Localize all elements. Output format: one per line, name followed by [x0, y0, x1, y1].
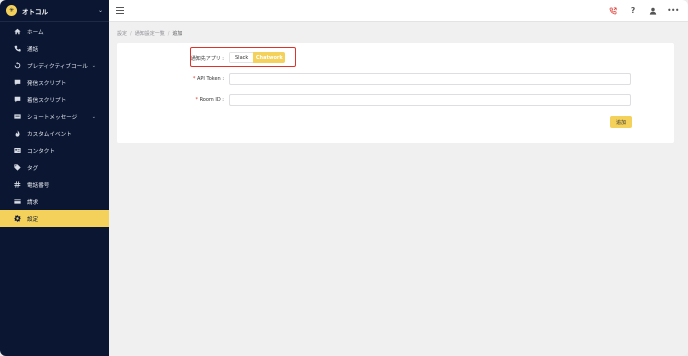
message-icon [13, 96, 21, 104]
required-mark: * [192, 76, 196, 82]
sidebar-item-label: ホーム [27, 29, 44, 36]
api-token-label: * API Token : [164, 76, 224, 82]
sidebar-item-billing[interactable]: 請求 [0, 193, 109, 210]
sidebar-item-tags[interactable]: タグ [0, 159, 109, 176]
sidebar-nav: ホーム 通話 プレディクティブコール ⌄ 発信スクリプト 着信スクリプト ショー… [0, 22, 109, 227]
sidebar-item-custom-event[interactable]: カスタムイベント [0, 125, 109, 142]
breadcrumb-separator: / [130, 30, 132, 37]
sidebar-item-label: タグ [27, 165, 39, 172]
brand-name: オトコル [22, 7, 48, 16]
tag-icon [13, 164, 21, 172]
app-window: ✳ オトコル ⌄ ホーム 通話 プレディクティブコール ⌄ 発信スクリプト 着信… [0, 0, 688, 356]
phone-icon [13, 45, 21, 53]
home-icon [13, 28, 21, 36]
app-option-slack[interactable]: Slack [229, 52, 254, 63]
sidebar-item-label: 請求 [27, 199, 39, 206]
workspace-switcher[interactable]: ✳ オトコル ⌄ [0, 0, 109, 22]
room-id-input[interactable] [229, 94, 631, 106]
sidebar-item-predictive-call[interactable]: プレディクティブコール ⌄ [0, 57, 109, 74]
sidebar-item-short-message[interactable]: ショートメッセージ ⌄ [0, 108, 109, 125]
sidebar-item-outbound-script[interactable]: 発信スクリプト [0, 74, 109, 91]
contact-card-icon [13, 147, 21, 155]
breadcrumb: 設定 / 通知設定一覧 / 追加 [117, 29, 182, 38]
sidebar-item-home[interactable]: ホーム [0, 23, 109, 40]
menu-toggle-icon[interactable] [116, 7, 124, 14]
sidebar-item-label: 発信スクリプト [27, 80, 67, 87]
sidebar-item-label: コンタクト [27, 148, 55, 155]
brand-logo: ✳ [6, 5, 17, 16]
sidebar-item-label: 設定 [27, 216, 39, 223]
app-selector: Slack Chatwork [229, 52, 286, 63]
chevron-down-icon: ⌄ [91, 62, 96, 69]
fire-icon [13, 130, 21, 138]
breadcrumb-current: 追加 [172, 31, 183, 37]
sidebar-item-label: ショートメッセージ [27, 114, 78, 121]
required-mark: * [195, 97, 198, 103]
credit-card-icon [13, 198, 21, 206]
sidebar-item-phone-numbers[interactable]: 電話番号 [0, 176, 109, 193]
more-options-icon[interactable]: ••• [667, 6, 679, 15]
sidebar-item-label: 電話番号 [27, 182, 50, 189]
room-id-label: * Room ID : [164, 97, 224, 103]
breadcrumb-item[interactable]: 通知設定一覧 [135, 30, 165, 37]
breadcrumb-item[interactable]: 設定 [117, 30, 127, 37]
phone-sync-icon [13, 62, 21, 70]
add-button[interactable]: 追加 [610, 116, 632, 128]
sidebar-item-settings[interactable]: 設定 [0, 210, 109, 227]
sidebar-item-label: 着信スクリプト [27, 97, 67, 104]
api-token-input[interactable] [229, 73, 631, 85]
breadcrumb-separator: / [167, 30, 170, 37]
sidebar-item-label: 通話 [27, 46, 39, 53]
sidebar-item-calls[interactable]: 通話 [0, 40, 109, 57]
api-token-label-text: API Token : [197, 76, 224, 82]
message-icon [13, 79, 21, 87]
sidebar-item-label: プレディクティブコール [27, 63, 88, 70]
chevron-down-icon: ⌄ [97, 7, 103, 14]
top-bar-actions: ? ••• [609, 6, 681, 15]
gear-icon [13, 215, 21, 223]
hash-icon [13, 181, 21, 189]
sidebar: ✳ オトコル ⌄ ホーム 通話 プレディクティブコール ⌄ 発信スクリプト 着信… [0, 0, 109, 356]
sidebar-item-inbound-script[interactable]: 着信スクリプト [0, 91, 109, 108]
help-icon[interactable]: ? [629, 6, 637, 15]
app-option-chatwork[interactable]: Chatwork [253, 52, 286, 63]
top-bar: ? ••• [109, 0, 688, 22]
sms-icon [13, 113, 21, 121]
app-selector-label: 通知先アプリ : [190, 56, 224, 62]
sidebar-item-contacts[interactable]: コンタクト [0, 142, 109, 159]
phone-status-icon[interactable] [609, 6, 617, 15]
room-id-label-text: Room ID : [199, 97, 224, 103]
chevron-down-icon: ⌄ [91, 113, 96, 120]
user-icon[interactable] [649, 7, 657, 15]
sidebar-item-label: カスタムイベント [27, 131, 72, 138]
